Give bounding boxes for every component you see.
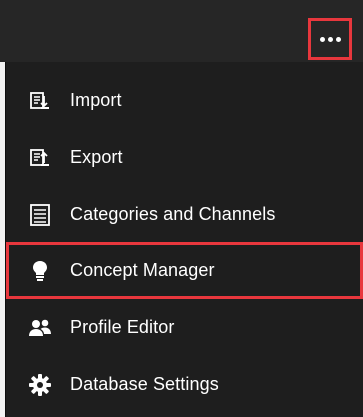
menu-item-label: Categories and Channels bbox=[70, 204, 276, 224]
menu-item-profile-editor[interactable]: Profile Editor bbox=[6, 299, 363, 356]
menu-item-database-settings[interactable]: Database Settings bbox=[6, 356, 363, 413]
ellipsis-icon bbox=[335, 36, 341, 42]
menu-item-label: Import bbox=[70, 90, 122, 110]
menu-item-label: Concept Manager bbox=[70, 260, 215, 280]
menu-item-categories-and-channels[interactable]: Categories and Channels bbox=[6, 186, 363, 243]
app-window: Import Export Categories and Channels Co… bbox=[0, 0, 363, 417]
menu-item-export[interactable]: Export bbox=[6, 129, 363, 186]
menu-item-label: Profile Editor bbox=[70, 317, 175, 337]
top-toolbar bbox=[0, 0, 363, 62]
ellipsis-icon bbox=[327, 36, 333, 42]
document-icon bbox=[28, 203, 52, 227]
menu-item-import[interactable]: Import bbox=[6, 72, 363, 129]
export-icon bbox=[28, 146, 52, 170]
menu-item-label: Export bbox=[70, 147, 123, 167]
gear-icon bbox=[28, 373, 52, 397]
users-icon bbox=[28, 316, 52, 340]
dropdown-menu: Import Export Categories and Channels Co… bbox=[6, 62, 363, 417]
more-options-button[interactable] bbox=[308, 18, 352, 60]
lightbulb-icon bbox=[28, 259, 52, 283]
menu-item-concept-manager[interactable]: Concept Manager bbox=[6, 242, 363, 299]
ellipsis-icon bbox=[319, 36, 325, 42]
import-icon bbox=[28, 89, 52, 113]
menu-item-label: Database Settings bbox=[70, 374, 219, 394]
